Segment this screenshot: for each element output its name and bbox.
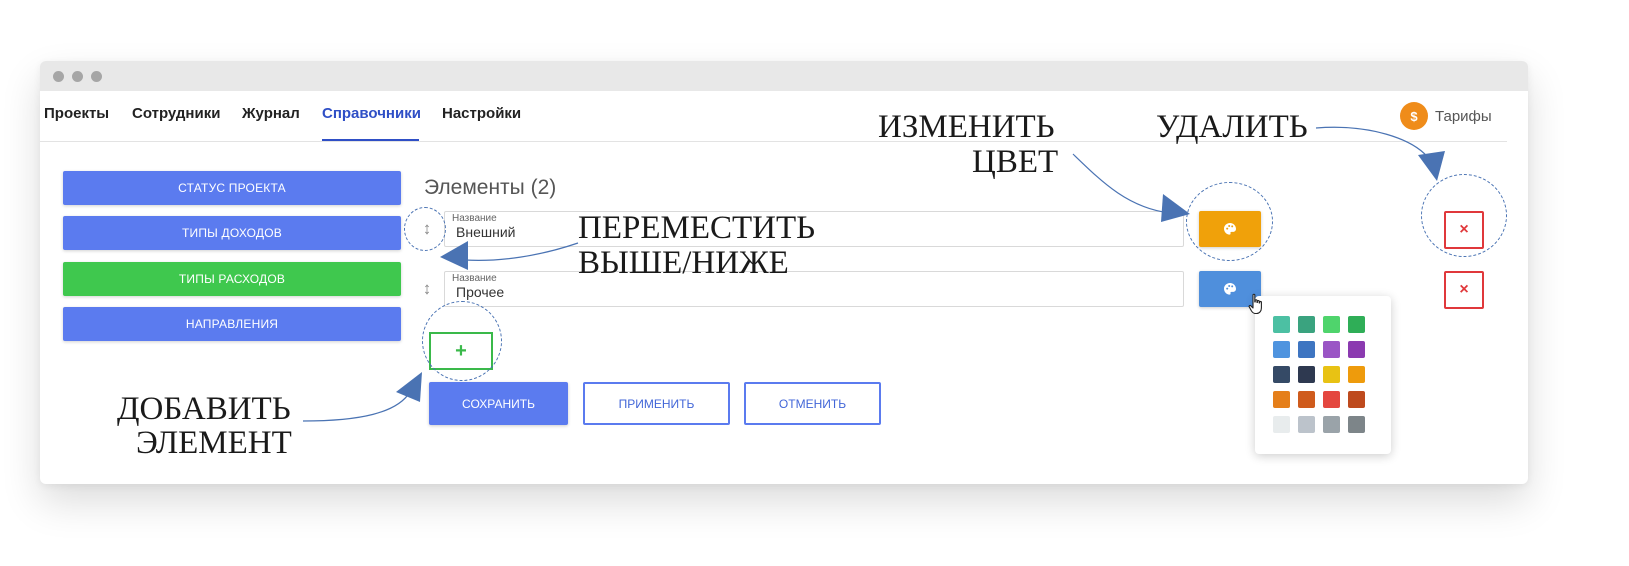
annotation-arrows bbox=[302, 126, 1445, 422]
annotation-change-color-line2: ЦВЕТ bbox=[972, 144, 1059, 180]
annotation-add-line2: ЭЛЕМЕНТ bbox=[136, 425, 292, 461]
screenshot-stage: Проекты Сотрудники Журнал Справочники На… bbox=[0, 0, 1629, 566]
annotation-move-line2: ВЫШЕ/НИЖЕ bbox=[578, 245, 789, 281]
annotation-add-line1: ДОБАВИТЬ bbox=[117, 391, 291, 427]
annotation-change-color-line1: ИЗМЕНИТЬ bbox=[878, 109, 1055, 145]
annotation-move-line1: ПЕРЕМЕСТИТЬ bbox=[578, 210, 816, 246]
annotation-delete: УДАЛИТЬ bbox=[1156, 109, 1308, 145]
